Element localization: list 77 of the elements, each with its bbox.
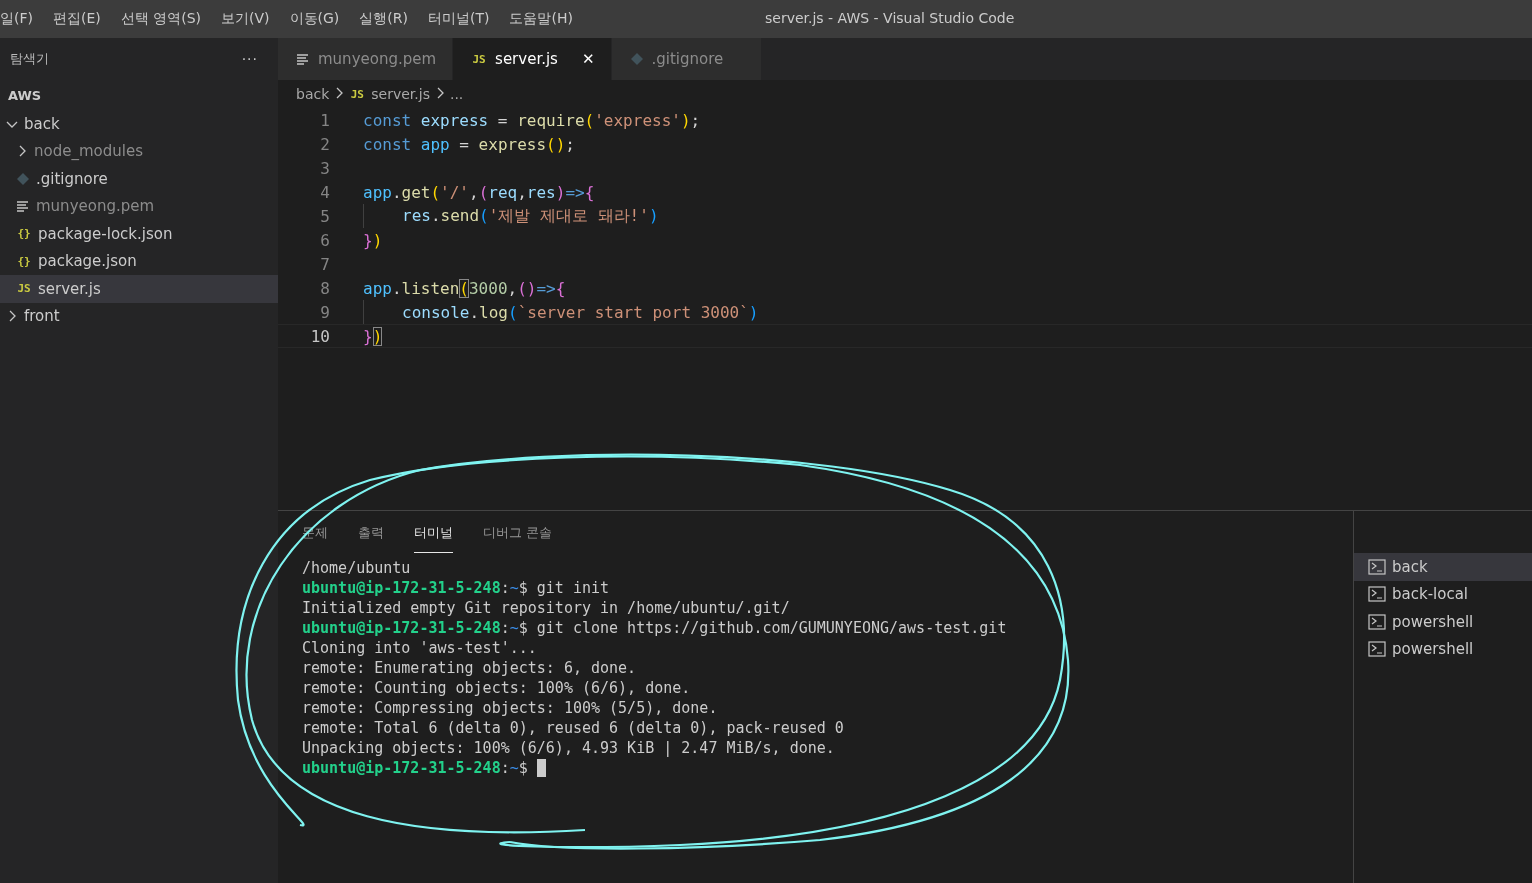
code-line: app.listen(3000,()=>{	[363, 278, 566, 298]
editor-tab[interactable]: .gitignore	[611, 38, 762, 80]
terminal-icon	[1368, 558, 1386, 575]
breadcrumb-item[interactable]: ...	[449, 86, 464, 102]
line-number: 10	[309, 326, 330, 346]
code-line: console.log(`server start port 3000`)	[402, 302, 759, 322]
terminal-line: ubuntu@ip-172-31-5-248:~$	[302, 758, 1353, 778]
window-title: server.js - AWS - Visual Studio Code	[765, 10, 1015, 26]
folder-item[interactable]: node_modules	[0, 137, 278, 165]
code-line: res.send('제발 제대로 돼라!')	[402, 205, 659, 227]
terminal-list-item[interactable]: back-local	[1354, 580, 1532, 608]
line-number: 5	[319, 206, 330, 226]
code-line: })	[363, 230, 383, 250]
code-line: app.get('/',(req,res)=>{	[363, 182, 595, 202]
terminal-icon	[1368, 586, 1386, 603]
diamond-icon	[629, 52, 644, 66]
js-file-icon: JS	[349, 87, 366, 101]
terminal-list-item[interactable]: powershell	[1354, 635, 1532, 663]
breadcrumb-item[interactable]: back	[296, 86, 330, 102]
line-number: 9	[319, 302, 330, 322]
terminal-line: remote: Enumerating objects: 6, done.	[302, 658, 638, 678]
more-actions-button[interactable]: ···	[241, 51, 258, 67]
folder-item[interactable]: back	[0, 110, 278, 138]
editor-tab[interactable]: munyeong.pem	[278, 38, 454, 80]
panel-tab[interactable]: 출력	[358, 524, 384, 553]
breadcrumb-item[interactable]: server.js	[371, 86, 430, 102]
sidebar-title: 탐색기	[10, 50, 49, 68]
terminal-line: Initialized empty Git repository in /home/ubuntu/.git/	[302, 598, 791, 618]
code-line: })	[363, 326, 383, 346]
code-line: const app = express();	[363, 134, 575, 154]
line-number: 1	[319, 110, 330, 130]
line-number: 7	[319, 254, 330, 274]
editor-tab[interactable]: JS server.js ✕	[453, 38, 612, 80]
close-icon[interactable]: ✕	[565, 50, 595, 68]
terminal-line: ubuntu@ip-172-31-5-248:~$ git clone https://github.com/GUMUNYEONG/aws-test.git	[302, 618, 1008, 638]
json-file-icon: {}	[16, 227, 32, 241]
terminal-list-item[interactable]: powershell	[1354, 608, 1532, 636]
menu-item[interactable]: 도움말(H)	[499, 10, 583, 28]
text-cursor	[536, 759, 546, 777]
code-line: const express = require('express');	[363, 110, 701, 130]
workspace-heading[interactable]: AWS	[0, 80, 278, 110]
menu-item[interactable]: 편집(E)	[43, 10, 111, 28]
terminal-line: remote: Compressing objects: 100% (5/5), done.	[302, 698, 719, 718]
js-file-icon: JS	[471, 52, 488, 66]
diamond-icon	[16, 171, 30, 186]
panel-tab[interactable]: 디버그 콘솔	[483, 524, 553, 553]
file-item[interactable]: {} package-lock.json	[0, 220, 278, 248]
terminal-line: Cloning into 'aws-test'...	[302, 638, 538, 658]
menu-item[interactable]: 이동(G)	[279, 10, 350, 28]
lines-icon	[16, 200, 30, 213]
terminal-icon	[1368, 613, 1386, 630]
menu-item[interactable]: 일(F)	[0, 10, 43, 28]
line-number: 4	[319, 182, 330, 202]
line-number: 6	[319, 230, 330, 250]
terminal-line: ubuntu@ip-172-31-5-248:~$ git init	[302, 578, 611, 598]
file-item[interactable]: JS server.js	[0, 275, 278, 303]
line-number: 2	[319, 134, 330, 154]
terminal-line: /home/ubuntu	[302, 558, 412, 578]
terminal-line: Unpacking objects: 100% (6/6), 4.93 KiB | 2.47 MiB/s, done.	[302, 738, 836, 758]
file-item[interactable]: {} package.json	[0, 247, 278, 275]
file-item[interactable]: .gitignore	[0, 165, 278, 193]
panel-tab[interactable]: 터미널	[414, 524, 453, 553]
terminal-line: remote: Total 6 (delta 0), reused 6 (delta 0), pack-reused 0	[302, 718, 845, 738]
terminal-line: remote: Counting objects: 100% (6/6), done.	[302, 678, 692, 698]
file-item[interactable]: munyeong.pem	[0, 192, 278, 220]
js-file-icon: JS	[16, 282, 32, 296]
json-file-icon: {}	[16, 254, 32, 268]
menu-item[interactable]: 터미널(T)	[418, 10, 500, 28]
line-number: 3	[319, 158, 330, 178]
menu-item[interactable]: 선택 영역(S)	[110, 10, 212, 28]
folder-item[interactable]: front	[0, 302, 278, 330]
menu-item[interactable]: 실행(R)	[349, 10, 418, 28]
terminal-list-item[interactable]: back	[1354, 553, 1532, 581]
terminal-icon	[1368, 641, 1386, 658]
line-number: 8	[319, 278, 330, 298]
lines-icon	[296, 53, 310, 65]
menu-item[interactable]: 보기(V)	[211, 10, 280, 28]
